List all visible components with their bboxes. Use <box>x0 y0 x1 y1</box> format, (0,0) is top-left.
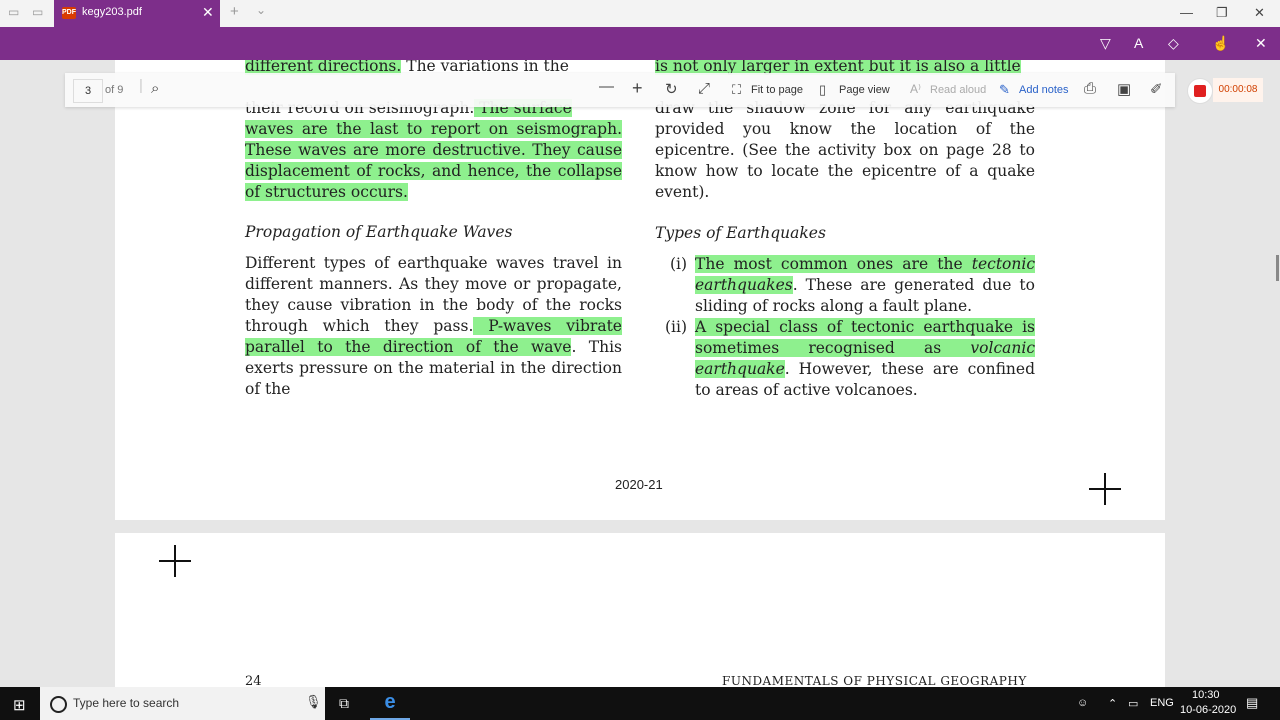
clock-date[interactable]: 10-06-2020 <box>1180 704 1236 716</box>
windows-icon: ⊞ <box>13 697 26 714</box>
page-view-button[interactable]: Page view <box>839 84 890 96</box>
footer-year: 2020-21 <box>615 477 663 492</box>
taskbar: ⊞ Type here to search 🎙 ⧉ e ☺ ⌃ ▭ ENG 10… <box>0 687 1280 720</box>
browser-toolbar: ▽ A ◇ ☝ ✕ <box>0 27 1280 60</box>
body-text: draw the shadow zone for any earthquake … <box>655 99 1035 201</box>
zoom-in-icon[interactable]: + <box>632 78 643 99</box>
show-hidden-icons[interactable]: ⌃ <box>1108 697 1117 710</box>
minimize-button[interactable]: — <box>1180 5 1193 20</box>
tab-list-icon[interactable]: ⌄ <box>256 3 266 17</box>
right-column: is not only larger in extent but it is a… <box>655 60 1035 401</box>
recording-timer: 00:00:08 <box>1213 78 1263 102</box>
record-button[interactable] <box>1187 78 1213 104</box>
read-aloud-button[interactable]: Read aloud <box>930 84 986 96</box>
task-view-icon[interactable]: ⧉ <box>339 695 349 712</box>
read-aloud-icon[interactable]: A⁾ <box>910 82 921 96</box>
stop-record-icon <box>1194 85 1206 97</box>
list-item: (ii) A special class of tectonic earthqu… <box>655 317 1035 401</box>
set-aside-tabs-icon[interactable]: ▭ <box>32 5 43 19</box>
crop-mark-icon <box>1089 473 1121 505</box>
page-number-input[interactable]: 3 <box>73 79 103 103</box>
search-box[interactable]: Type here to search 🎙 <box>40 687 325 720</box>
edge-taskbar-icon[interactable]: e <box>370 687 410 720</box>
full-screen-icon[interactable]: ⤢ <box>698 80 710 97</box>
section-heading: Types of Earthquakes <box>655 224 826 242</box>
add-notes-icon[interactable]: ✎ <box>999 82 1010 98</box>
tab-actions-icon[interactable]: ▭ <box>8 5 19 19</box>
save-as-icon[interactable]: ✐ <box>1150 80 1163 98</box>
clock-time[interactable]: 10:30 <box>1192 689 1220 701</box>
divider: | <box>139 77 143 94</box>
close-ink-icon[interactable]: ✕ <box>1255 35 1267 52</box>
tab-title: kegy203.pdf <box>82 6 142 18</box>
touch-write-icon[interactable]: ☝ <box>1212 35 1229 52</box>
page-view-icon[interactable]: ▯ <box>819 82 826 98</box>
browser-tab[interactable]: PDF kegy203.pdf ✕ <box>54 0 220 27</box>
close-tab-icon[interactable]: ✕ <box>202 4 214 21</box>
pdf-document[interactable]: different directions. The variations in … <box>0 60 1280 687</box>
eraser-icon[interactable]: ◇ <box>1168 35 1179 52</box>
list-item: (i) The most common ones are the tectoni… <box>655 254 1035 317</box>
section-heading: Propagation of Earthquake Waves <box>245 223 513 241</box>
left-column: different directions. The variations in … <box>245 60 622 400</box>
list-number: (i) <box>670 255 688 273</box>
crop-mark-icon <box>159 545 191 577</box>
close-window-button[interactable]: ✕ <box>1254 5 1265 21</box>
zoom-out-icon[interactable]: — <box>599 78 614 95</box>
microphone-icon[interactable]: 🎙 <box>305 694 322 710</box>
notifications-icon[interactable]: ▤ <box>1246 695 1258 711</box>
highlighted-text: waves are the last to report on seismogr… <box>245 120 622 201</box>
start-button[interactable]: ⊞ <box>0 687 40 720</box>
new-tab-button[interactable]: + <box>230 3 239 20</box>
page-count: of 9 <box>105 84 124 96</box>
title-bar: ▭ ▭ PDF kegy203.pdf ✕ + ⌄ — ❐ ✕ <box>0 0 1280 27</box>
search-icon[interactable]: ⌕ <box>151 80 159 97</box>
people-icon[interactable]: ☺ <box>1077 697 1088 709</box>
search-placeholder: Type here to search <box>73 696 180 710</box>
highlighted-text: The most common ones are the <box>695 255 972 273</box>
battery-icon[interactable]: ▭ <box>1128 697 1138 710</box>
save-icon[interactable]: ▣ <box>1117 80 1131 98</box>
ink-pen-icon[interactable]: A <box>1134 35 1143 51</box>
rotate-icon[interactable]: ↻ <box>665 80 678 98</box>
running-header: FUNDAMENTALS OF PHYSICAL GEOGRAPHY <box>722 674 1027 687</box>
add-notes-button[interactable]: Add notes <box>1019 84 1069 96</box>
highlighter-icon[interactable]: ▽ <box>1100 35 1111 52</box>
list-number: (ii) <box>665 318 688 336</box>
pdf-page: different directions. The variations in … <box>115 60 1165 520</box>
pdf-toolbar: 3 of 9 | ⌕ — + ↻ ⤢ ⛶ Fit to page ▯ Page … <box>65 73 1263 107</box>
page-number: 24 <box>245 674 262 687</box>
scrollbar-thumb[interactable] <box>1276 255 1279 281</box>
fit-to-page-button[interactable]: Fit to page <box>751 84 803 96</box>
pdf-page: 24 FUNDAMENTALS OF PHYSICAL GEOGRAPHY <box>115 533 1165 687</box>
print-icon[interactable]: ⎙ <box>1084 80 1096 97</box>
language-indicator[interactable]: ENG <box>1150 697 1174 709</box>
cortana-icon <box>50 696 67 713</box>
pdf-icon: PDF <box>62 7 76 19</box>
maximize-button[interactable]: ❐ <box>1216 5 1228 21</box>
fit-to-page-icon[interactable]: ⛶ <box>732 82 741 98</box>
